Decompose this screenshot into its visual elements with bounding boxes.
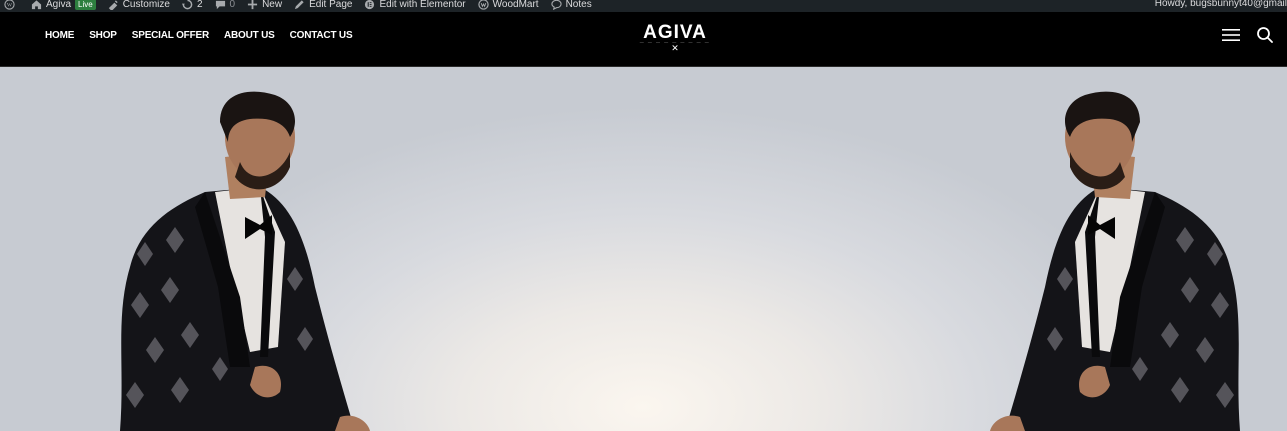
nav-home[interactable]: HOME [45, 30, 74, 41]
adminbar-edit-elementor-label: Edit with Elementor [379, 0, 466, 10]
woodmart-icon [477, 0, 489, 10]
wordpress-logo[interactable]: W [4, 0, 19, 10]
updates-icon [181, 0, 193, 9]
nav-about-us[interactable]: ABOUT US [224, 30, 275, 41]
adminbar-notes-label: Notes [565, 0, 592, 10]
svg-text:W: W [7, 2, 13, 8]
adminbar-edit-page-label: Edit Page [309, 0, 353, 10]
adminbar-customize[interactable]: Customize [108, 0, 170, 10]
adminbar-edit-page[interactable]: Edit Page [294, 0, 352, 10]
hamburger-menu-icon[interactable] [1222, 26, 1240, 44]
home-icon [31, 0, 42, 9]
wp-admin-bar: W Agiva Live Customize 2 0 New Edit Page [0, 0, 1287, 12]
brush-icon [108, 0, 118, 10]
live-badge: Live [75, 0, 96, 10]
adminbar-comments[interactable]: 0 [215, 0, 236, 10]
nav-contact-us[interactable]: CONTACT US [290, 30, 353, 41]
adminbar-site-label: Agiva [46, 0, 72, 10]
wordpress-icon: W [4, 0, 15, 10]
adminbar-woodmart[interactable]: WoodMart [477, 0, 539, 10]
site-logo[interactable]: AGIVA — — — — — — — — — ✕ [620, 14, 730, 58]
adminbar-site-name[interactable]: Agiva Live [31, 0, 96, 10]
hero-banner [0, 67, 1287, 431]
nav-shop[interactable]: SHOP [89, 30, 117, 41]
adminbar-notes[interactable]: Notes [550, 0, 592, 10]
hero-model-image-right [990, 91, 1240, 431]
plus-icon [247, 0, 258, 9]
elementor-icon [365, 0, 375, 9]
adminbar-updates[interactable]: 2 [181, 0, 203, 10]
adminbar-howdy[interactable]: Howdy, bugsbunnyt40@gmail [1155, 0, 1287, 12]
adminbar-edit-elementor[interactable]: Edit with Elementor [364, 0, 466, 10]
logo-mark-icon: ✕ [671, 43, 679, 53]
site-header: HOME SHOP SPECIAL OFFER ABOUT US CONTACT… [0, 12, 1287, 67]
search-icon[interactable] [1256, 26, 1274, 44]
hero-model-image-left [120, 91, 370, 431]
comments-icon [215, 0, 225, 9]
adminbar-woodmart-label: WoodMart [492, 0, 539, 10]
adminbar-updates-count: 2 [196, 0, 203, 10]
adminbar-new-label: New [262, 0, 283, 10]
adminbar-new[interactable]: New [247, 0, 282, 10]
adminbar-customize-label: Customize [122, 0, 170, 10]
pencil-icon [295, 0, 304, 9]
nav-special-offer[interactable]: SPECIAL OFFER [132, 30, 209, 41]
adminbar-comments-count: 0 [229, 0, 236, 10]
notes-icon [550, 0, 562, 10]
main-navigation: HOME SHOP SPECIAL OFFER ABOUT US CONTACT… [45, 12, 353, 58]
